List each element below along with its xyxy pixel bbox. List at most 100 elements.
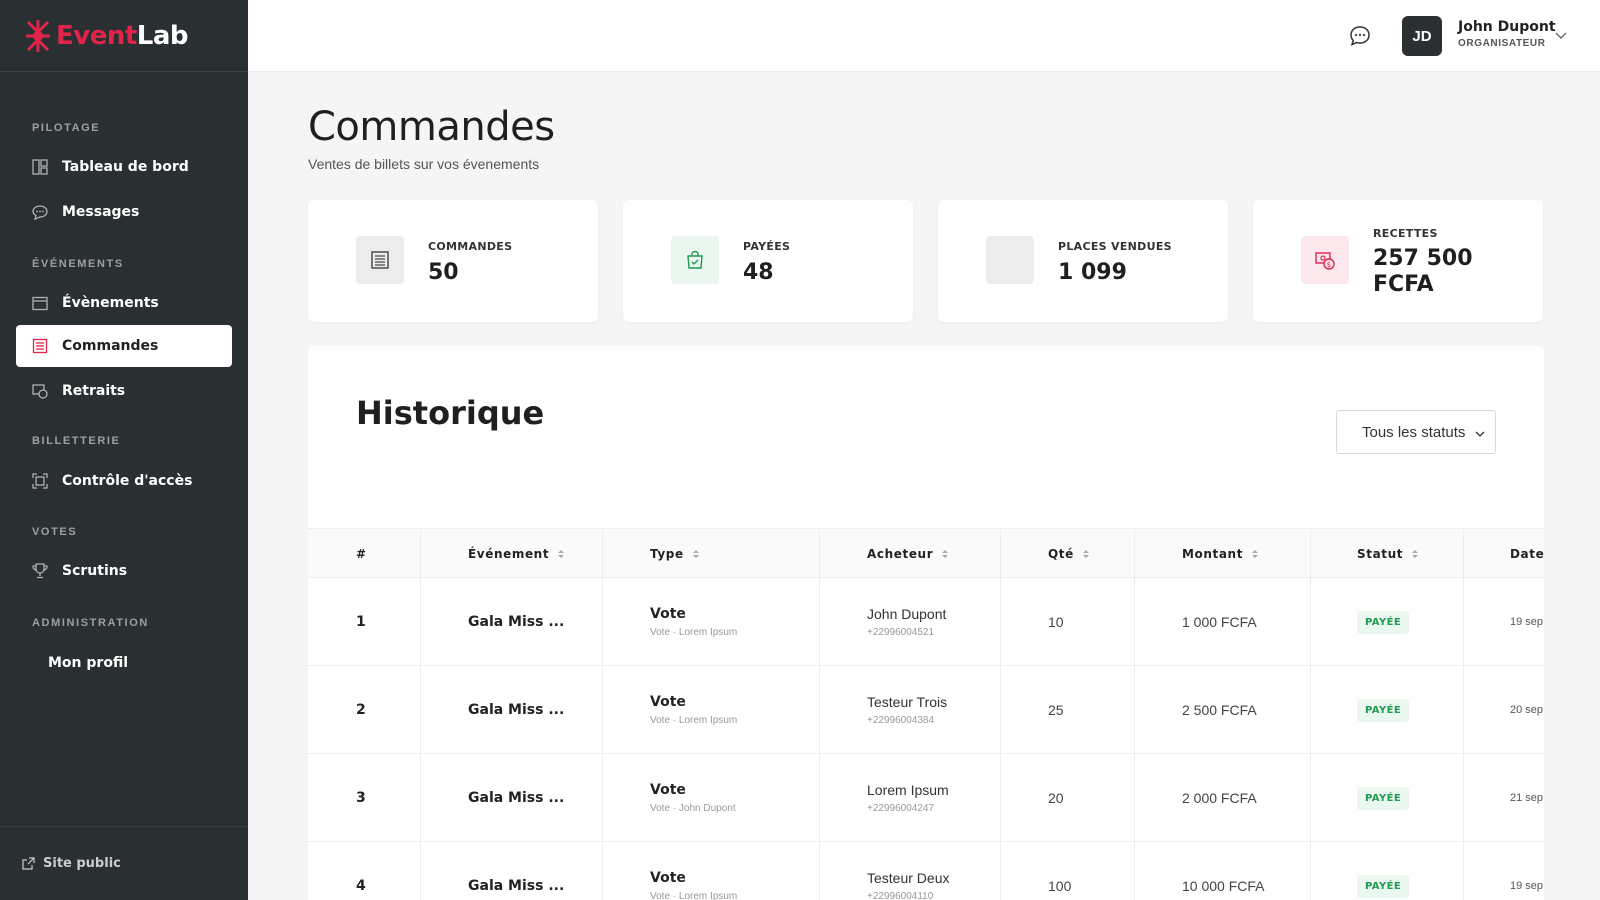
- buyer-name: Lorem Ipsum: [867, 782, 949, 798]
- quantity: 25: [1048, 702, 1064, 718]
- table-row[interactable]: 3 Gala Miss ... Vote Vote · John Dupont L…: [308, 754, 1544, 842]
- stat-value-line2: FCFA: [1373, 272, 1434, 297]
- dashboard-icon: [32, 159, 48, 175]
- site-public-link[interactable]: Site public: [0, 826, 248, 900]
- order-type-detail: Vote · Lorem Ipsum: [650, 627, 738, 638]
- brand-logo[interactable]: EventLab: [0, 0, 248, 72]
- sort-icon: [1411, 548, 1419, 560]
- sidebar-item-evenements[interactable]: Évènements: [16, 282, 232, 324]
- chat-icon: [32, 204, 48, 220]
- nav-section-votes: VOTES: [32, 526, 78, 538]
- sidebar-item-label: Contrôle d'accès: [62, 473, 193, 489]
- sort-icon: [557, 548, 565, 560]
- status-badge: PAYÉE: [1357, 874, 1410, 898]
- status-badge: PAYÉE: [1357, 610, 1410, 634]
- trophy-icon: [32, 563, 48, 579]
- brand-name: EventLab: [56, 20, 189, 51]
- sidebar-item-messages[interactable]: Messages: [16, 191, 232, 233]
- eventlab-logo-icon: [26, 19, 50, 52]
- column-header-quantite[interactable]: Qté: [1048, 529, 1090, 579]
- buyer-phone: +22996004247: [867, 803, 935, 814]
- avatar[interactable]: JD: [1402, 16, 1442, 56]
- table-row[interactable]: 1 Gala Miss ... Vote Vote · Lorem Ipsum J…: [308, 578, 1544, 666]
- nav-section-pilotage: PILOTAGE: [32, 122, 101, 134]
- history-title: Historique: [356, 394, 545, 432]
- order-type-detail: Vote · Lorem Ipsum: [650, 891, 738, 900]
- messages-button[interactable]: [1348, 24, 1372, 48]
- table-row[interactable]: 4 Gala Miss ... Vote Vote · Lorem Ipsum T…: [308, 842, 1544, 900]
- column-header-evenement[interactable]: Événement: [468, 529, 565, 579]
- status-filter-select[interactable]: Tous les statuts: [1336, 410, 1496, 454]
- bag-check-icon: [671, 236, 719, 284]
- sidebar-item-retraits[interactable]: Retraits: [16, 370, 232, 412]
- order-number: 4: [356, 878, 366, 894]
- nav-section-administration: ADMINISTRATION: [32, 617, 149, 629]
- buyer-name: John Dupont: [867, 606, 947, 622]
- calendar-icon: [32, 295, 48, 311]
- column-header-acheteur[interactable]: Acheteur: [867, 529, 949, 579]
- order-date: 21 sep: [1510, 792, 1544, 804]
- order-type-detail: Vote · Lorem Ipsum: [650, 715, 738, 726]
- buyer-phone: +22996004384: [867, 715, 935, 726]
- order-number: 2: [356, 702, 366, 718]
- sidebar-item-commandes[interactable]: Commandes: [16, 325, 232, 367]
- page-title: Commandes: [308, 104, 555, 150]
- order-number: 3: [356, 790, 366, 806]
- scan-icon: [32, 473, 48, 489]
- order-date: 20 sep: [1510, 704, 1544, 716]
- amount: 2 500 FCFA: [1182, 702, 1257, 718]
- sidebar-item-dashboard[interactable]: Tableau de bord: [16, 146, 232, 188]
- table-row[interactable]: 2 Gala Miss ... Vote Vote · Lorem Ipsum T…: [308, 666, 1544, 754]
- orders-icon: [32, 338, 48, 354]
- column-header-type[interactable]: Type: [650, 529, 700, 579]
- sidebar-item-label: Mon profil: [48, 655, 129, 671]
- amount: 2 000 FCFA: [1182, 790, 1257, 806]
- stat-value: 48: [743, 260, 774, 285]
- column-header-statut[interactable]: Statut: [1357, 529, 1419, 579]
- sort-icon: [1082, 548, 1090, 560]
- order-number: 1: [356, 614, 366, 630]
- table-header: # Événement Type Acheteur Qté Montant St…: [308, 528, 1544, 578]
- chevron-down-icon[interactable]: [1554, 28, 1568, 42]
- stat-card-recettes: $ RECETTES 257 500 FCFA: [1253, 200, 1543, 322]
- buyer-phone: +22996004521: [867, 627, 935, 638]
- status-badge: PAYÉE: [1357, 786, 1410, 810]
- sidebar: EventLab PILOTAGE Tableau de bord Messag…: [0, 0, 248, 900]
- order-type: Vote: [650, 694, 686, 710]
- order-date: 19 sep: [1510, 880, 1544, 892]
- stat-label: PLACES VENDUES: [1058, 240, 1172, 253]
- sidebar-item-label: Scrutins: [62, 563, 128, 579]
- sidebar-item-label: Commandes: [62, 338, 159, 354]
- quantity: 100: [1048, 878, 1072, 894]
- order-type-detail: Vote · John Dupont: [650, 803, 736, 814]
- quantity: 20: [1048, 790, 1064, 806]
- history-panel: Historique Tous les statuts # Événement …: [308, 346, 1544, 900]
- sort-icon: [692, 548, 700, 560]
- order-type: Vote: [650, 870, 686, 886]
- stat-value-line1: 257 500: [1373, 246, 1473, 271]
- sidebar-item-scrutins[interactable]: Scrutins: [16, 550, 232, 592]
- stat-label: COMMANDES: [428, 240, 513, 253]
- sort-icon: [941, 548, 949, 560]
- event-name: Gala Miss ...: [468, 702, 565, 718]
- sort-icon: [1251, 548, 1259, 560]
- chevron-down-icon: [1475, 431, 1485, 437]
- topbar: JD John Dupont ORGANISATEUR: [248, 0, 1600, 72]
- buyer-name: Testeur Deux: [867, 870, 950, 886]
- status-filter-label: Tous les statuts: [1362, 423, 1466, 441]
- event-name: Gala Miss ...: [468, 878, 565, 894]
- blank-icon: [986, 236, 1034, 284]
- stat-value: 50: [428, 260, 459, 285]
- user-name[interactable]: John Dupont: [1458, 19, 1556, 35]
- sidebar-item-controle-acces[interactable]: Contrôle d'accès: [16, 460, 232, 502]
- page-subtitle: Ventes de billets sur vos évenements: [308, 156, 540, 172]
- column-header-montant[interactable]: Montant: [1182, 529, 1259, 579]
- column-header-date[interactable]: Date: [1510, 529, 1544, 579]
- column-header-number[interactable]: #: [356, 529, 367, 579]
- order-type: Vote: [650, 606, 686, 622]
- sidebar-item-label: Tableau de bord: [62, 159, 189, 175]
- sidebar-item-mon-profil[interactable]: Mon profil: [16, 642, 232, 684]
- stat-card-places-vendues: PLACES VENDUES 1 099: [938, 200, 1228, 322]
- event-name: Gala Miss ...: [468, 790, 565, 806]
- sidebar-item-label: Retraits: [62, 383, 126, 399]
